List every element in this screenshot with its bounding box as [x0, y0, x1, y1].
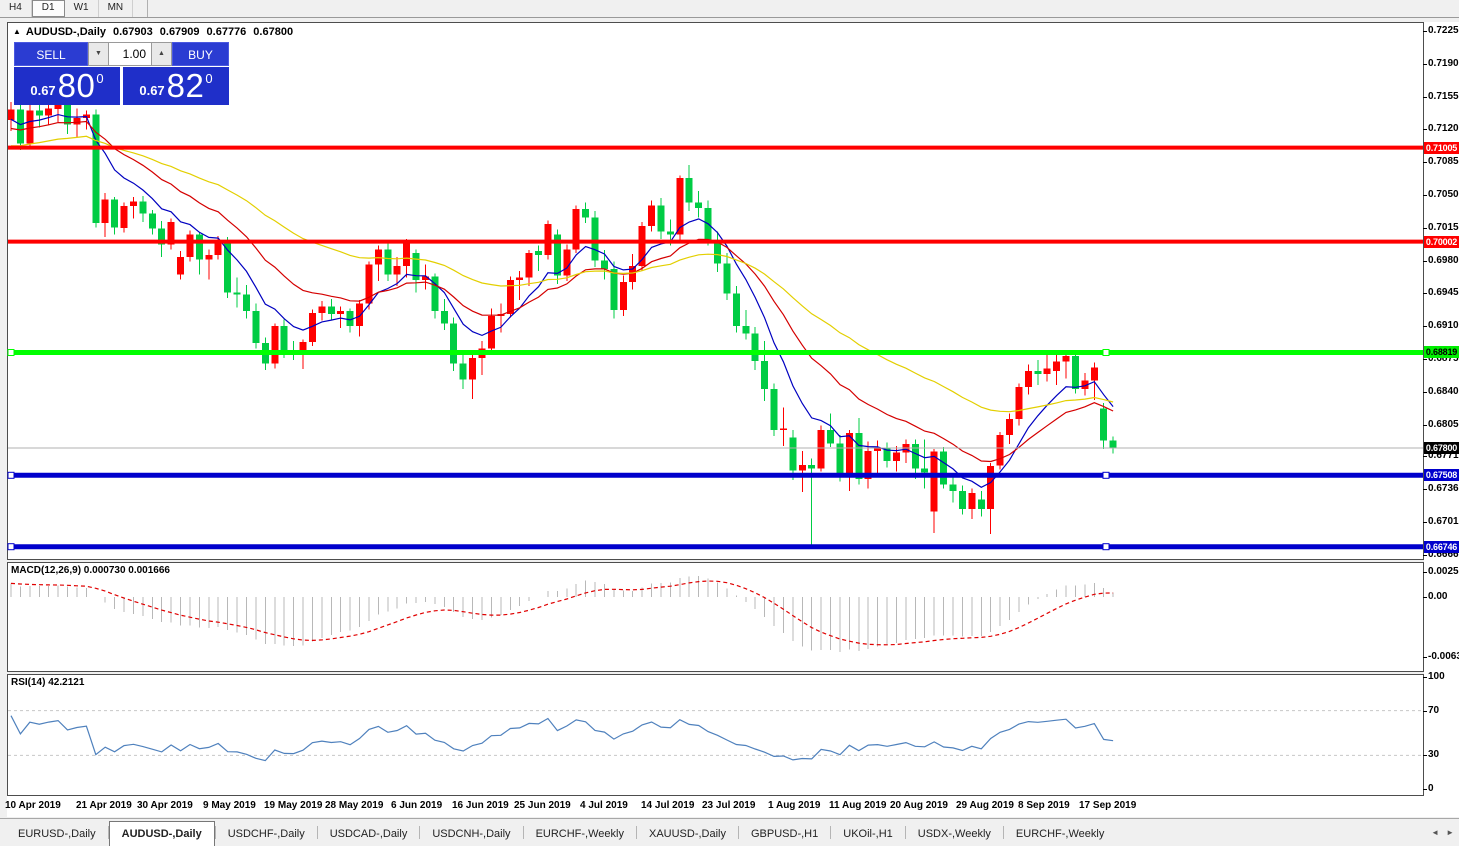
- date-tick-label: 17 Sep 2019: [1079, 800, 1136, 811]
- chart-symbol-label: AUDUSD-,Daily: [26, 26, 106, 38]
- rsi-tick-label: 100: [1428, 671, 1445, 682]
- sell-price-sup: 0: [96, 71, 103, 86]
- price-tick-label: 0.71550: [1428, 91, 1459, 102]
- chart-tab-audusd-daily[interactable]: AUDUSD-,Daily: [109, 821, 215, 846]
- sell-price-display[interactable]: 0.67 80 0: [14, 67, 120, 105]
- date-tick-label: 1 Aug 2019: [768, 800, 820, 811]
- quote-open: 0.67903: [113, 26, 153, 38]
- chart-tab-usdcad-daily[interactable]: USDCAD-,Daily: [318, 824, 420, 844]
- date-tick-label: 8 Sep 2019: [1018, 800, 1070, 811]
- macd-tick-label: -0.00632: [1428, 651, 1459, 662]
- buy-price-display[interactable]: 0.67 82 0: [123, 67, 229, 105]
- rsi-label: RSI(14) 42.2121: [11, 677, 84, 688]
- tab-scroll-right-icon[interactable]: ►: [1446, 828, 1454, 837]
- date-tick-label: 23 Jul 2019: [702, 800, 755, 811]
- quote-low: 0.67776: [207, 26, 247, 38]
- date-tick-label: 9 May 2019: [203, 800, 256, 811]
- chart-tab-eurusd-daily[interactable]: EURUSD-,Daily: [6, 824, 108, 844]
- price-tick-label: 0.72250: [1428, 25, 1459, 36]
- tab-scroll-left-icon[interactable]: ◄: [1431, 828, 1439, 837]
- date-tick-label: 20 Aug 2019: [890, 800, 948, 811]
- price-tick-label: 0.68400: [1428, 386, 1459, 397]
- price-level-badge: 0.71005: [1424, 142, 1459, 154]
- price-level-badge: 0.70002: [1424, 236, 1459, 248]
- rsi-tick-label: 70: [1428, 705, 1439, 716]
- timeframe-button-w1[interactable]: W1: [65, 0, 99, 17]
- price-tick-label: 0.69100: [1428, 320, 1459, 331]
- volume-input[interactable]: [109, 42, 151, 66]
- price-tick-label: 0.69800: [1428, 255, 1459, 266]
- price-tick-label: 0.70850: [1428, 156, 1459, 167]
- date-tick-label: 29 Aug 2019: [956, 800, 1014, 811]
- timeframe-button-d1[interactable]: D1: [32, 0, 65, 17]
- price-level-badge: 0.67508: [1424, 469, 1459, 481]
- spin-down-icon: ▼: [95, 50, 102, 57]
- volume-decrease-button[interactable]: ▼: [88, 42, 109, 66]
- chart-tab-ukoil-h1[interactable]: UKOil-,H1: [831, 824, 905, 844]
- buy-price-small: 0.67: [139, 83, 164, 98]
- macd-pane[interactable]: [7, 562, 1424, 672]
- chart-tab-gbpusd-h1[interactable]: GBPUSD-,H1: [739, 824, 830, 844]
- chart-header: ▲ AUDUSD-,Daily 0.67903 0.67909 0.67776 …: [13, 26, 293, 38]
- price-tick-label: 0.67360: [1428, 483, 1459, 494]
- timeframe-toolbar: H4D1W1MN: [0, 0, 1459, 18]
- rsi-tick-label: 0: [1428, 783, 1434, 794]
- price-tick-label: 0.68050: [1428, 419, 1459, 430]
- date-tick-label: 25 Jun 2019: [514, 800, 571, 811]
- macd-label: MACD(12,26,9) 0.000730 0.001666: [11, 565, 170, 576]
- price-tick-label: 0.71900: [1428, 58, 1459, 69]
- buy-price-sup: 0: [205, 71, 212, 86]
- rsi-tick-label: 30: [1428, 749, 1439, 760]
- current-price-badge: 0.67800: [1424, 442, 1459, 454]
- price-tick-label: 0.70500: [1428, 189, 1459, 200]
- chart-tab-usdchf-daily[interactable]: USDCHF-,Daily: [216, 824, 317, 844]
- macd-tick-label: 0.002574: [1428, 566, 1459, 577]
- one-click-trading-panel: SELL ▼ ▲ BUY 0.67 80 0 0.67 82 0: [14, 42, 229, 105]
- rsi-pane[interactable]: [7, 674, 1424, 796]
- volume-increase-button[interactable]: ▲: [151, 42, 172, 66]
- date-tick-label: 4 Jul 2019: [580, 800, 628, 811]
- buy-button[interactable]: BUY: [172, 42, 229, 66]
- sell-button[interactable]: SELL: [14, 42, 88, 66]
- buy-price-big: 82: [167, 67, 205, 105]
- price-tick-label: 0.67010: [1428, 516, 1459, 527]
- chart-tab-usdcnh-daily[interactable]: USDCNH-,Daily: [420, 824, 522, 844]
- mt4-chart-window: H4D1W1MN ▲ AUDUSD-,Daily 0.67903 0.67909…: [0, 0, 1459, 846]
- tab-scroll-arrows: ◄ ►: [1431, 828, 1454, 837]
- date-tick-label: 21 Apr 2019: [76, 800, 132, 811]
- sell-price-big: 80: [58, 67, 96, 105]
- price-tick-label: 0.71200: [1428, 123, 1459, 134]
- price-tick-label: 0.69450: [1428, 287, 1459, 298]
- collapse-icon[interactable]: ▲: [13, 27, 21, 37]
- date-tick-label: 16 Jun 2019: [452, 800, 509, 811]
- quote-close: 0.67800: [253, 26, 293, 38]
- chart-tab-eurchf-weekly[interactable]: EURCHF-,Weekly: [1004, 824, 1116, 844]
- timeframe-button-h4[interactable]: H4: [0, 0, 32, 17]
- date-tick-label: 10 Apr 2019: [5, 800, 61, 811]
- chart-tabs-bar: EURUSD-,DailyAUDUSD-,DailyUSDCHF-,DailyU…: [0, 818, 1459, 846]
- date-tick-label: 28 May 2019: [325, 800, 383, 811]
- chart-tab-xauusd-daily[interactable]: XAUUSD-,Daily: [637, 824, 738, 844]
- date-tick-label: 14 Jul 2019: [641, 800, 694, 811]
- date-tick-label: 19 May 2019: [264, 800, 322, 811]
- chart-tab-eurchf-weekly[interactable]: EURCHF-,Weekly: [524, 824, 636, 844]
- chart-tab-usdx-weekly[interactable]: USDX-,Weekly: [906, 824, 1003, 844]
- price-level-badge: 0.66746: [1424, 541, 1459, 553]
- price-level-badge: 0.68819: [1424, 346, 1459, 358]
- quote-high: 0.67909: [160, 26, 200, 38]
- spin-up-icon: ▲: [158, 50, 165, 57]
- macd-tick-label: 0.00: [1428, 591, 1447, 602]
- sell-price-small: 0.67: [30, 83, 55, 98]
- timeframe-button-mn[interactable]: MN: [99, 0, 134, 17]
- price-tick-label: 0.70150: [1428, 222, 1459, 233]
- date-tick-label: 11 Aug 2019: [829, 800, 886, 811]
- date-tick-label: 6 Jun 2019: [391, 800, 442, 811]
- toolbar-separator: [147, 0, 148, 17]
- date-tick-label: 30 Apr 2019: [137, 800, 193, 811]
